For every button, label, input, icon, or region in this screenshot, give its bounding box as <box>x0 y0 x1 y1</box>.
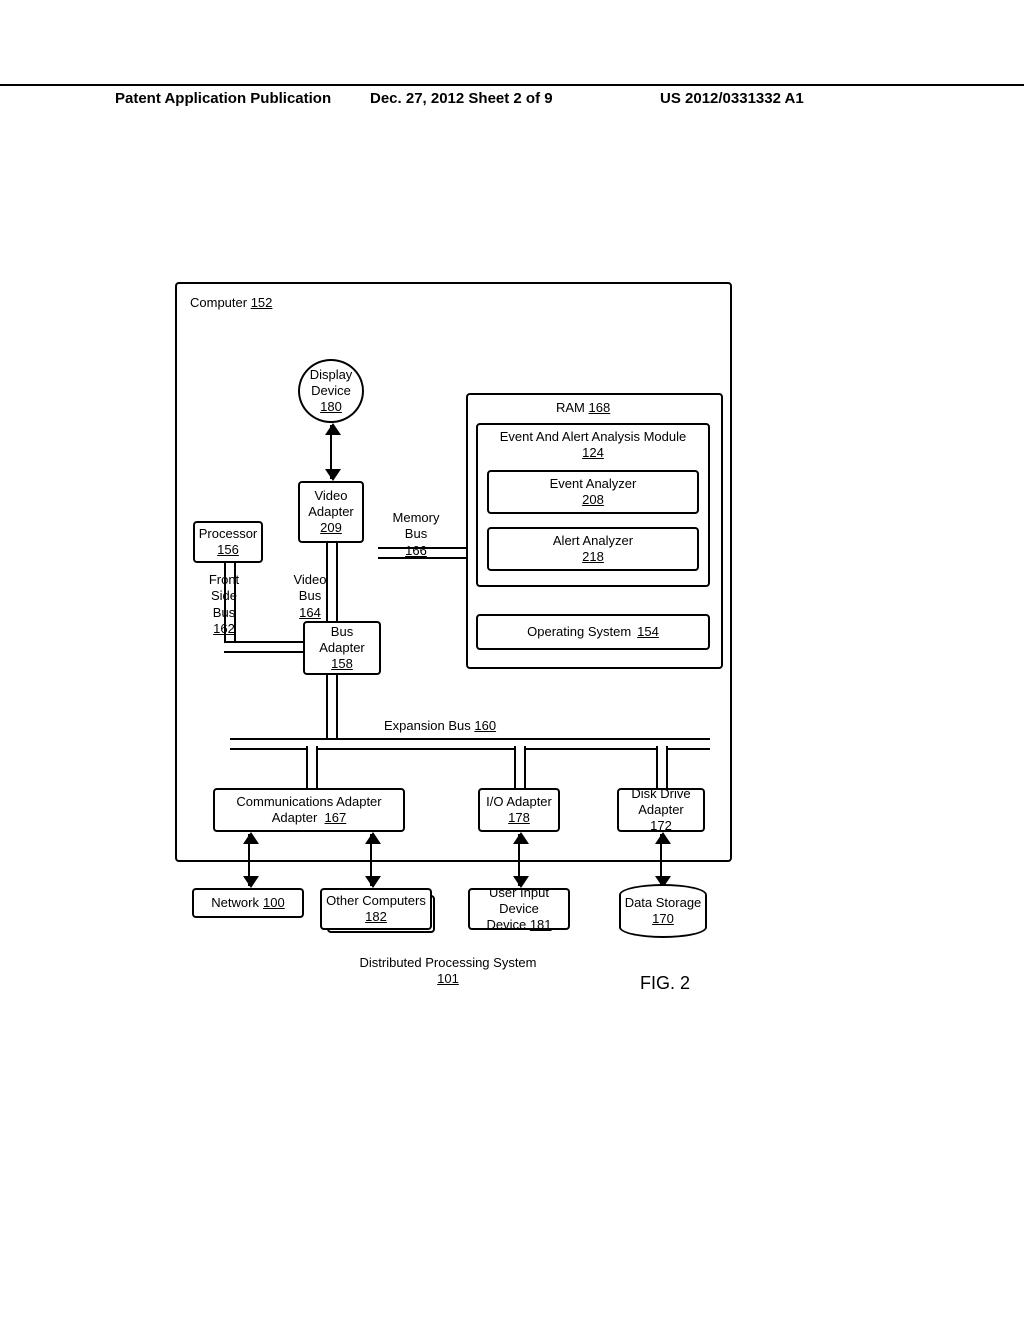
event-analyzer: Event Analyzer208 <box>487 470 699 514</box>
page: Patent Application Publication Dec. 27, … <box>0 0 1024 1320</box>
computer-ref: 152 <box>251 295 273 310</box>
eam-label: Event And Alert Analysis Module <box>500 429 686 445</box>
operating-system: Operating System154 <box>476 614 710 650</box>
processor-label: Processor <box>199 526 258 542</box>
computer-text: Computer <box>190 295 247 310</box>
patent-header: Patent Application Publication Dec. 27, … <box>0 84 1024 110</box>
expansion-bus-line <box>230 738 710 750</box>
memory-bus-label: Memory Bus166 <box>388 510 444 559</box>
eam-ref: 124 <box>582 445 604 461</box>
data-storage: Data Storage170 <box>619 884 707 938</box>
exp-drop-disk <box>656 746 668 788</box>
video-adapter-ref: 209 <box>320 520 342 536</box>
processor: Processor 156 <box>193 521 263 563</box>
display-ref: 180 <box>320 399 342 415</box>
arrow-display-video <box>330 425 332 479</box>
header-publication: Patent Application Publication <box>115 90 331 107</box>
figure-label: FIG. 2 <box>640 972 690 995</box>
video-adapter-label: Video Adapter <box>302 488 360 521</box>
header-patent-no: US 2012/0331332 A1 <box>660 90 804 107</box>
system-caption: Distributed Processing System101 <box>338 955 558 988</box>
exp-bus-drop <box>326 675 338 742</box>
alert-analyzer: Alert Analyzer218 <box>487 527 699 571</box>
bus-adapter: Bus Adapter 158 <box>303 621 381 675</box>
arrow-disk-storage <box>660 834 662 886</box>
bus-adapter-label: Bus Adapter <box>307 624 377 657</box>
video-adapter: Video Adapter 209 <box>298 481 364 543</box>
expansion-bus-label: Expansion Bus 160 <box>384 718 496 734</box>
ram-label: RAM 168 <box>556 400 610 416</box>
exp-drop-comm <box>306 746 318 788</box>
arrow-io-uid <box>518 834 520 886</box>
video-bus-label: Video Bus164 <box>290 572 330 621</box>
arrow-comm-network <box>248 834 250 886</box>
exp-drop-io <box>514 746 526 788</box>
display-device: Display Device 180 <box>298 359 364 423</box>
computer-label: Computer 152 <box>190 295 272 311</box>
network: Network100 <box>192 888 304 918</box>
bus-adapter-ref: 158 <box>331 656 353 672</box>
user-input-device: User Input DeviceDevice 181 <box>468 888 570 930</box>
fsb-label: Front Side Bus162 <box>200 572 248 637</box>
communications-adapter: Communications AdapterAdapter 167 <box>213 788 405 832</box>
fsb-h <box>224 641 306 653</box>
processor-ref: 156 <box>217 542 239 558</box>
display-label: Display Device <box>302 367 360 400</box>
arrow-comm-others <box>370 834 372 886</box>
header-date-sheet: Dec. 27, 2012 Sheet 2 of 9 <box>370 90 553 107</box>
io-adapter: I/O Adapter178 <box>478 788 560 832</box>
disk-drive-adapter: Disk Drive Adapter172 <box>617 788 705 832</box>
other-computers: Other Computers182 <box>320 888 432 930</box>
